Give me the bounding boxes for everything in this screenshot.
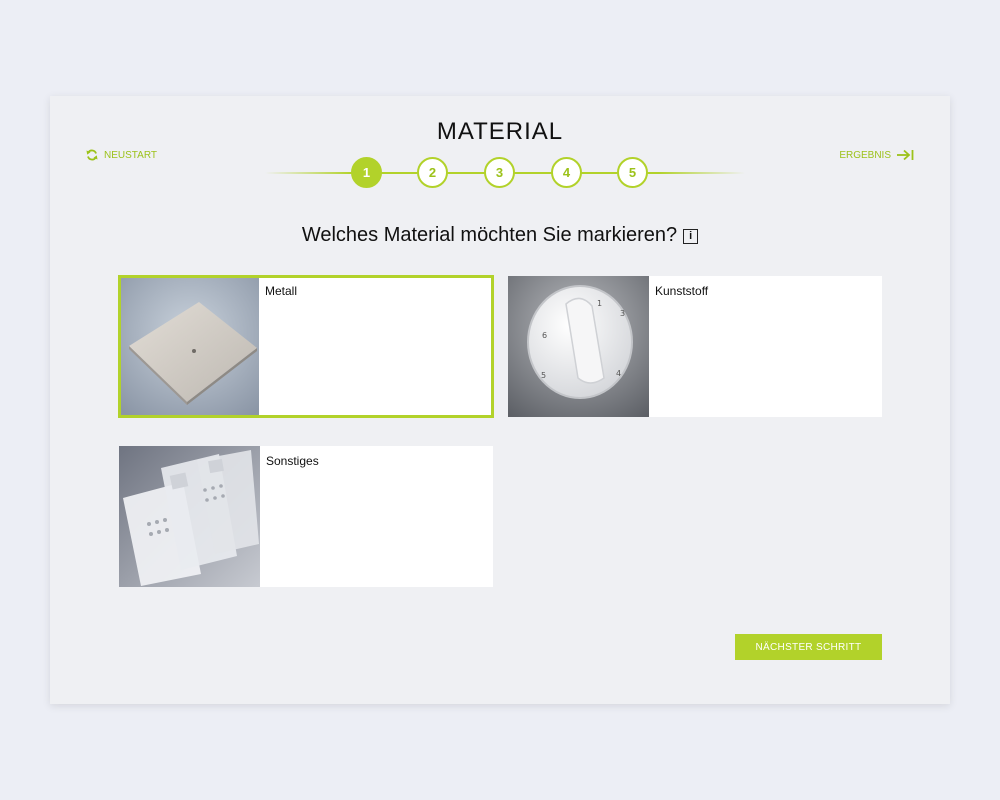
page-title: MATERIAL (436, 118, 564, 145)
step-5[interactable]: 5 (617, 157, 648, 188)
svg-text:1: 1 (597, 299, 602, 308)
restart-link[interactable]: NEUSTART (86, 149, 157, 161)
step-1[interactable]: 1 (351, 157, 382, 188)
foil-panels-image (119, 446, 260, 587)
info-icon[interactable]: i (683, 229, 699, 244)
step-4[interactable]: 4 (551, 157, 582, 188)
option-card-metall[interactable]: Metall (118, 275, 494, 418)
plastic-knob-image: 6 5 4 3 1 (508, 276, 649, 417)
option-label-kunststoff: Kunststoff (655, 284, 709, 298)
question-text: Welches Material möchten Sie markieren? (301, 224, 678, 246)
result-link[interactable]: ERGEBNIS (839, 149, 914, 161)
question-heading: Welches Material möchten Sie markieren? i (50, 224, 950, 247)
metal-plate-image (121, 278, 259, 415)
option-label-sonstiges: Sonstiges (266, 454, 319, 468)
option-label-metall: Metall (265, 284, 298, 298)
svg-text:4: 4 (616, 369, 621, 378)
step-2[interactable]: 2 (417, 157, 448, 188)
restart-label: NEUSTART (104, 149, 157, 161)
option-card-sonstiges[interactable]: Sonstiges (119, 446, 493, 587)
step-3[interactable]: 3 (484, 157, 515, 188)
svg-text:6: 6 (542, 331, 547, 340)
option-card-kunststoff[interactable]: 6 5 4 3 1 Kunststoff (508, 276, 882, 417)
step-indicator: 1 2 3 4 5 (265, 157, 745, 189)
next-step-button[interactable]: NÄCHSTER SCHRITT (735, 634, 882, 660)
wizard-panel: NEUSTART MATERIAL ERGEBNIS 1 2 3 4 5 Wel… (50, 96, 950, 704)
result-label: ERGEBNIS (839, 149, 891, 161)
svg-text:3: 3 (620, 309, 625, 318)
svg-text:5: 5 (541, 371, 546, 380)
arrow-right-to-bar-icon (897, 149, 914, 161)
refresh-icon (86, 149, 98, 161)
